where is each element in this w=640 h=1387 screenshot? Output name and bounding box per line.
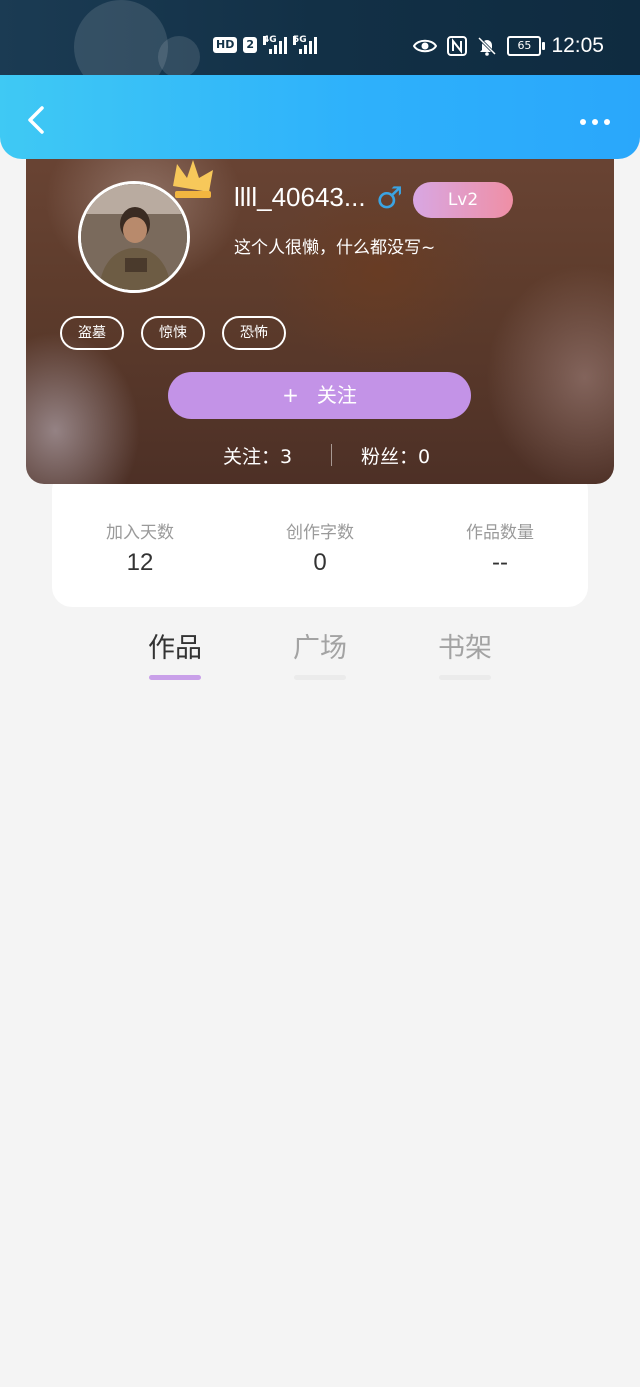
status-left: HD 2 4G 5G [213,36,317,54]
stat-value: 0 [313,549,327,576]
back-button[interactable] [24,105,48,135]
tag-list: 盗墓 惊悚 恐怖 [60,316,286,350]
fans-count[interactable]: 粉丝：0 [361,442,430,469]
stat-value: -- [492,549,508,576]
male-icon: ♂ [376,181,403,216]
stat-label: 作品数量 [466,523,534,543]
sim-badge: 2 [243,37,257,53]
username: llll_40643... [234,182,366,212]
stat-works-count: 作品数量 -- [420,518,580,577]
content-tabs: 作品 广场 书架 [0,626,640,686]
bio-text: 这个人很懒，什么都没写~ [234,238,436,258]
battery-icon: 65 [507,36,546,56]
more-options-button[interactable] [580,119,610,125]
profile-card: llll_40643... ♂ Lv2 这个人很懒，什么都没写~ 盗墓 惊悚 恐… [26,130,614,484]
tab-works[interactable]: 作品 [135,626,215,680]
plus-icon: + [282,383,299,407]
stat-word-count: 创作字数 0 [240,518,400,577]
stat-label: 创作字数 [286,523,354,543]
network-5g-label: 5G [293,35,307,45]
more-dot [604,119,610,125]
network-4g-label: 4G [263,35,277,45]
clock: 12:05 [551,34,604,57]
following-count[interactable]: 关注：3 [223,442,292,469]
header-bar [0,75,640,159]
tab-label: 作品 [148,633,202,664]
follow-button-label: 关注 [316,383,357,407]
signal-4g-icon: 4G [263,36,287,54]
decorative-bubble [158,36,200,76]
tag-chip[interactable]: 恐怖 [222,316,286,350]
tab-label: 书架 [438,633,492,664]
tab-indicator [294,675,346,680]
counts-divider [331,444,332,466]
stat-value: 12 [126,549,154,576]
tab-square[interactable]: 广场 [280,626,360,680]
nfc-icon [447,36,468,56]
status-bar: HD 2 4G 5G 65 12:05 [0,0,640,76]
bell-muted-icon [478,36,497,56]
tab-indicator [149,675,201,680]
crown-icon [173,160,213,198]
stats-card: 加入天数 12 创作字数 0 作品数量 -- [52,470,588,607]
more-dot [592,119,598,125]
tab-bookshelf[interactable]: 书架 [425,626,505,680]
hd-badge: HD [213,37,238,53]
status-right: 65 12:05 [413,34,604,58]
eye-icon [413,39,438,53]
follow-button[interactable]: + 关注 [168,372,471,419]
signal-5g-icon: 5G [293,36,317,54]
tab-indicator [439,675,491,680]
tag-chip[interactable]: 惊悚 [141,316,205,350]
tag-chip[interactable]: 盗墓 [60,316,124,350]
stat-label: 加入天数 [106,523,174,543]
follow-counts: 关注：3 粉丝：0 [26,442,614,469]
tab-label: 广场 [293,633,347,664]
level-badge: Lv2 [413,182,513,218]
stat-join-days: 加入天数 12 [60,518,220,577]
decorative-bubble [74,0,168,76]
more-dot [580,119,586,125]
